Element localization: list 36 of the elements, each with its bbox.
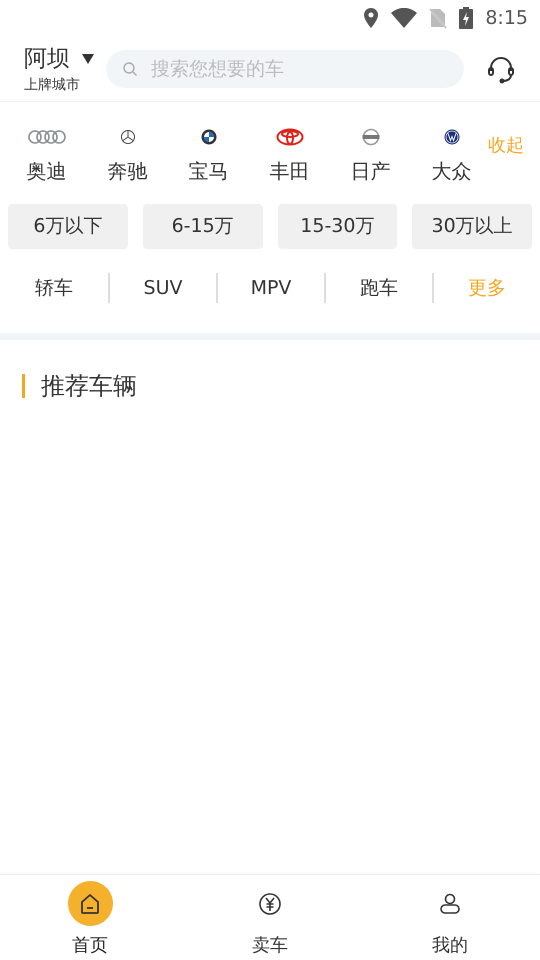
- nav-tab[interactable]: 卖车: [180, 875, 360, 960]
- home-icon: [79, 892, 101, 914]
- brand-item[interactable]: 奔驰: [87, 126, 168, 184]
- roundel-logo-icon: [200, 129, 216, 145]
- yuan-coin-icon: [258, 892, 282, 916]
- nav-tab[interactable]: 我的: [360, 875, 540, 960]
- price-range-button[interactable]: 6万以下: [8, 204, 128, 249]
- body-type-item[interactable]: MPV: [218, 274, 324, 302]
- brand-item[interactable]: 日产: [330, 126, 411, 184]
- user-icon: [438, 892, 462, 916]
- nav-tab[interactable]: 首页: [0, 875, 180, 960]
- no-sim-icon: [429, 7, 448, 29]
- body-type-item[interactable]: 轿车: [0, 274, 108, 302]
- location-pin-icon: [363, 8, 380, 28]
- star-logo-icon: [120, 129, 136, 145]
- price-range-button[interactable]: 15-30万: [278, 204, 398, 249]
- city-caption: 上牌城市: [24, 76, 81, 94]
- price-range-button[interactable]: 30万以上: [412, 204, 532, 249]
- body-type-item[interactable]: SUV: [110, 274, 216, 302]
- brand-item[interactable]: 奥迪: [6, 126, 87, 184]
- ring-bar-logo-icon: [362, 128, 380, 146]
- wifi-icon: [391, 8, 418, 28]
- city-selector[interactable]: 阿坝: [24, 44, 104, 74]
- ellipses-logo-icon: [276, 128, 304, 146]
- search-field[interactable]: 搜索您想要的车: [106, 50, 464, 88]
- status-time: 8:15: [485, 6, 528, 31]
- body-type-item[interactable]: 跑车: [326, 274, 432, 302]
- brand-item[interactable]: 丰田: [249, 126, 330, 184]
- dropdown-caret-icon: [82, 54, 94, 64]
- price-range-button[interactable]: 6-15万: [142, 204, 262, 249]
- vw-logo-icon: [444, 129, 460, 145]
- rings-logo-icon: [26, 129, 66, 145]
- search-icon: [122, 60, 138, 76]
- section-title: 推荐车辆: [41, 371, 137, 402]
- brand-item[interactable]: 宝马: [168, 126, 249, 184]
- battery-charging-icon: [459, 7, 474, 29]
